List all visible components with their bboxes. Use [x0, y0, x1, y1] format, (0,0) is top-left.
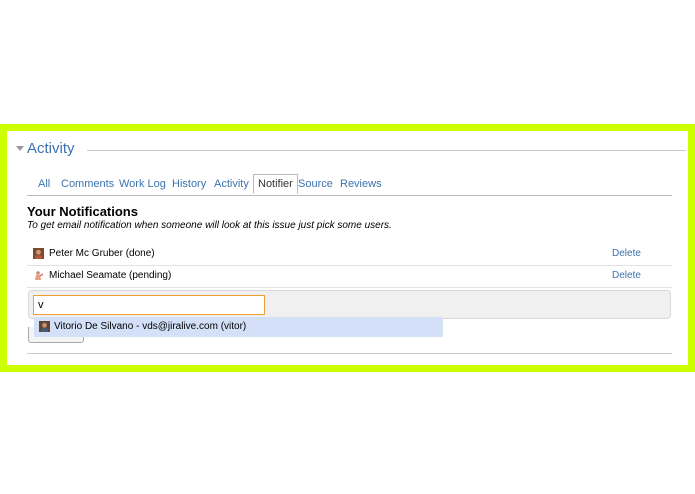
user-avatar-icon — [33, 248, 44, 259]
suggestion-text: Vitorio De Silvano - vds@jiralive.com (v… — [54, 321, 247, 332]
notifications-help-text: To get email notification when someone w… — [27, 220, 392, 231]
delete-link[interactable]: Delete — [612, 248, 641, 259]
default-user-icon — [35, 271, 44, 280]
tab-reviews[interactable]: Reviews — [340, 178, 382, 190]
activity-section-header[interactable]: Activity — [16, 139, 686, 159]
delete-link[interactable]: Delete — [612, 270, 641, 281]
user-suggestion-item[interactable]: Vitorio De Silvano - vds@jiralive.com (v… — [34, 317, 443, 337]
watcher-name: Peter Mc Gruber (done) — [49, 248, 155, 259]
activity-tabs: All Comments Work Log History Activity N… — [27, 174, 672, 196]
user-picker — [28, 290, 671, 319]
tab-source[interactable]: Source — [298, 178, 333, 190]
activity-title: Activity — [27, 140, 75, 157]
user-search-input[interactable] — [33, 295, 265, 315]
collapse-arrow-icon[interactable] — [16, 146, 24, 151]
tab-comments[interactable]: Comments — [61, 178, 114, 190]
tab-activity[interactable]: Activity — [214, 178, 249, 190]
tab-history[interactable]: History — [172, 178, 206, 190]
bottom-divider — [27, 353, 672, 354]
section-divider — [87, 150, 686, 151]
activity-panel: Activity All Comments Work Log History A… — [0, 124, 695, 372]
list-item: Michael Seamate (pending) Delete — [27, 266, 672, 288]
list-item: Peter Mc Gruber (done) Delete — [27, 244, 672, 266]
tab-notifier[interactable]: Notifier — [253, 174, 298, 194]
user-avatar-icon — [39, 321, 50, 332]
watcher-name: Michael Seamate (pending) — [49, 270, 172, 281]
notifications-title: Your Notifications — [27, 204, 138, 219]
tab-work-log[interactable]: Work Log — [119, 178, 166, 190]
tab-all[interactable]: All — [38, 178, 50, 190]
